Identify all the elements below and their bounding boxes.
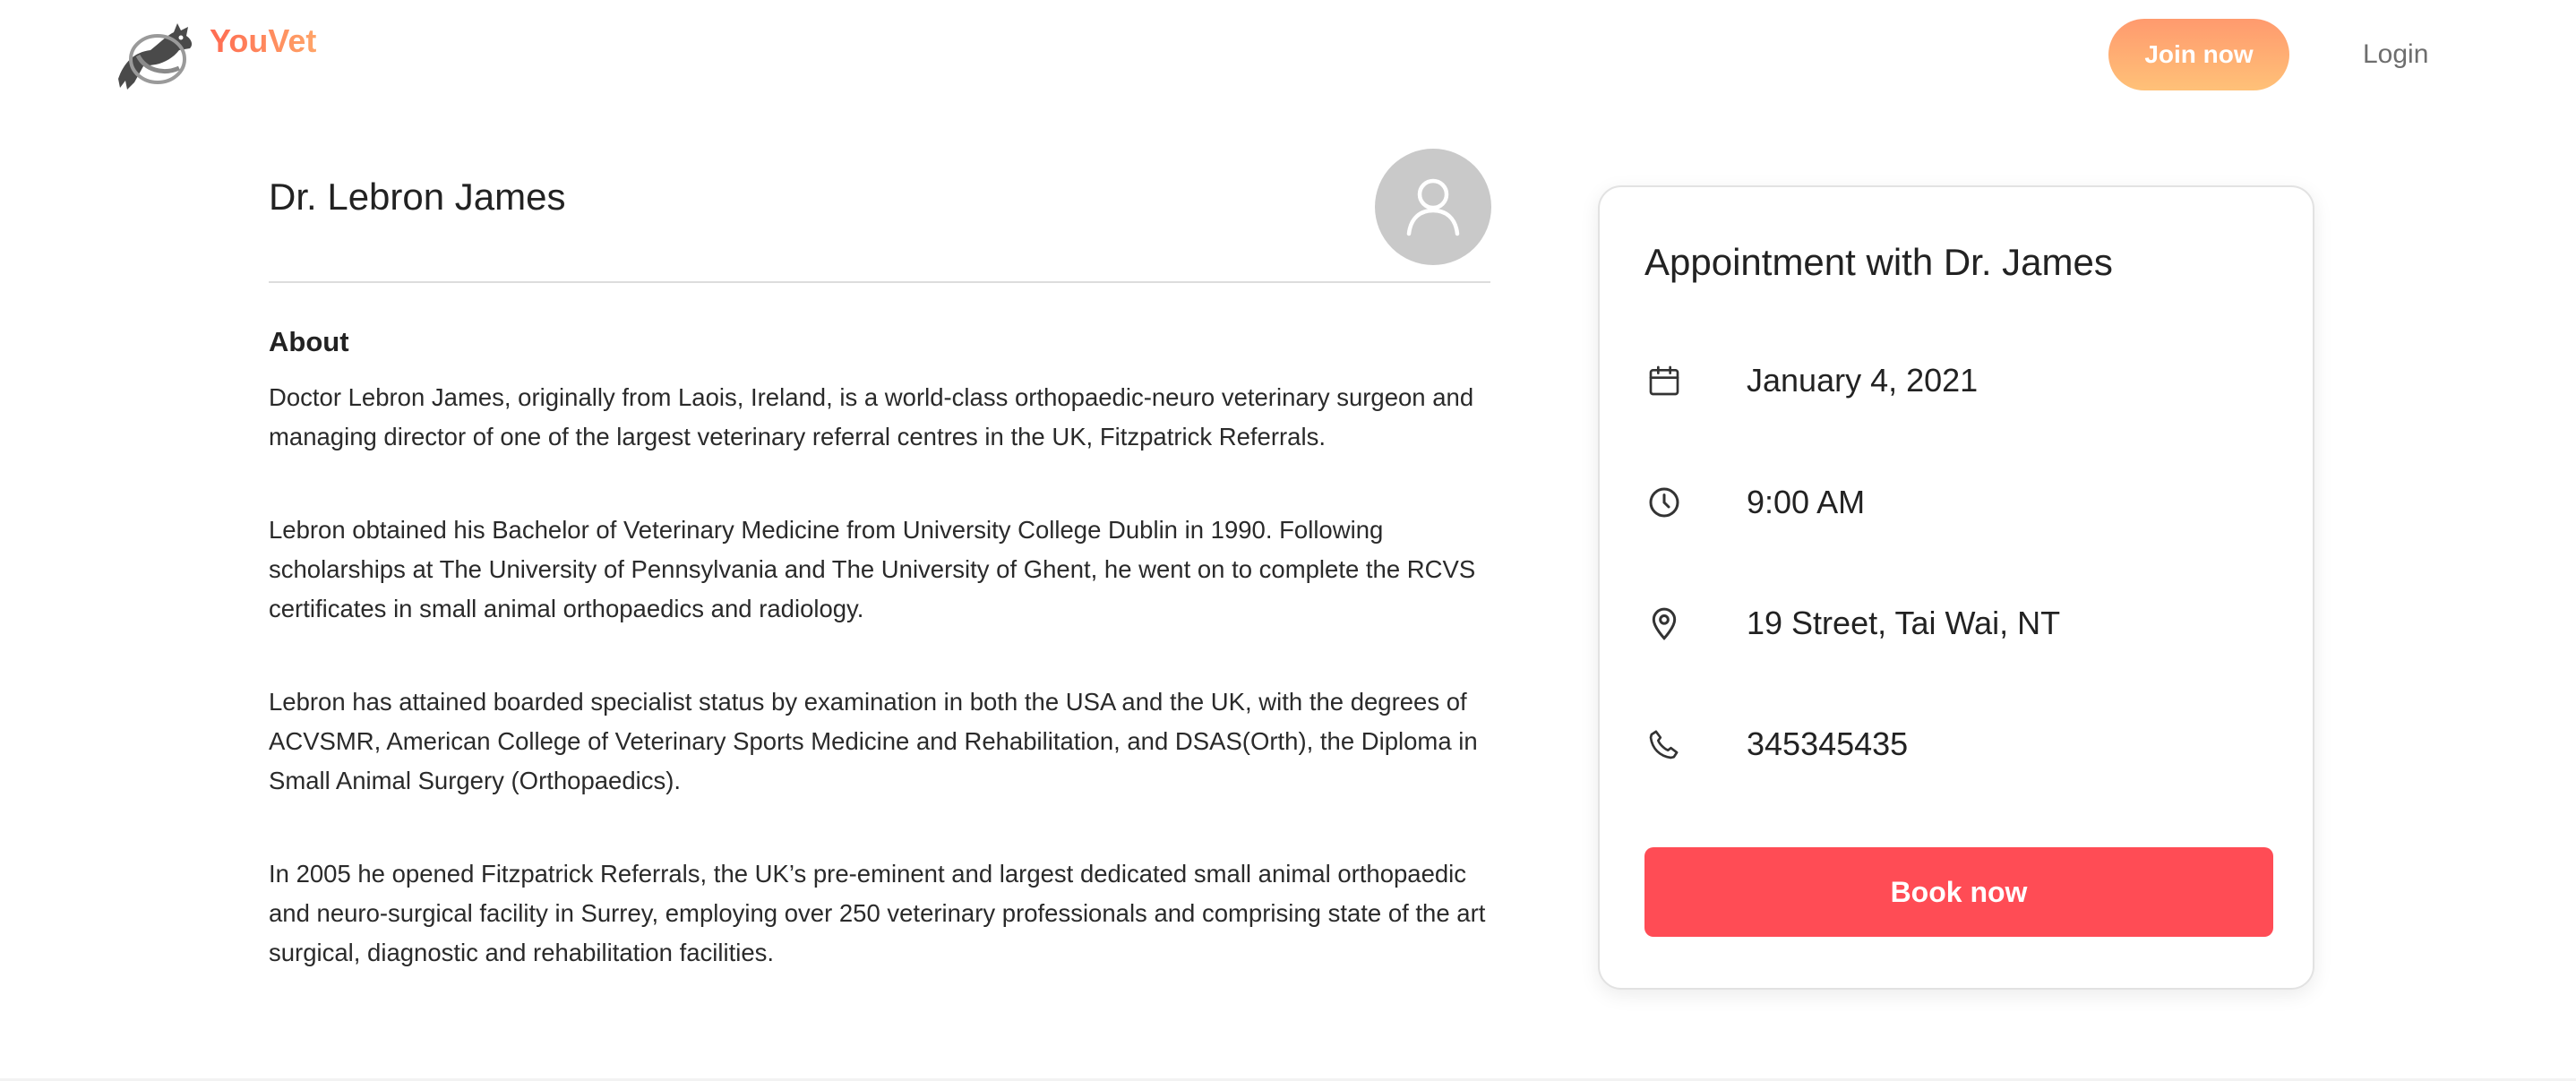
clock-icon: [1644, 483, 1684, 522]
about-heading: About: [269, 326, 349, 357]
appointment-location: 19 Street, Tai Wai, NT: [1747, 605, 2061, 641]
top-navbar: YouVet Join now Login: [0, 0, 2576, 116]
appointment-date-row: January 4, 2021: [1644, 361, 1978, 400]
location-pin-icon: [1644, 604, 1684, 643]
doctor-name: Dr. Lebron James: [269, 176, 566, 218]
about-paragraph: Lebron has attained boarded specialist s…: [269, 688, 1478, 794]
book-now-button[interactable]: Book now: [1644, 847, 2273, 937]
login-link[interactable]: Login: [2363, 39, 2428, 70]
appointment-time: 9:00 AM: [1747, 484, 1866, 520]
avatar: [1375, 149, 1491, 265]
brand-name: YouVet: [210, 22, 317, 59]
about-paragraph: In 2005 he opened Fitzpatrick Referrals,…: [269, 860, 1486, 966]
appointment-card: Appointment with Dr. James January 4, 20…: [1598, 185, 2314, 990]
dog-logo-icon: [118, 23, 193, 90]
appointment-date: January 4, 2021: [1747, 362, 1979, 399]
about-paragraph: Doctor Lebron James, originally from Lao…: [269, 383, 1474, 450]
appointment-phone: 345345435: [1747, 725, 1909, 762]
calendar-icon: [1644, 361, 1684, 400]
logo[interactable]: YouVet: [107, 16, 316, 93]
about-paragraph: Lebron obtained his Bachelor of Veterina…: [269, 516, 1476, 622]
join-now-button[interactable]: Join now: [2108, 19, 2289, 90]
about-text: Doctor Lebron James, originally from Lao…: [269, 378, 1490, 1026]
divider: [269, 281, 1490, 283]
appointment-location-row: 19 Street, Tai Wai, NT: [1644, 604, 2060, 643]
appointment-time-row: 9:00 AM: [1644, 483, 1865, 522]
phone-icon: [1644, 725, 1684, 764]
appointment-phone-row: 345345435: [1644, 725, 1908, 764]
appointment-title: Appointment with Dr. James: [1644, 241, 2113, 283]
user-icon: [1406, 178, 1460, 236]
